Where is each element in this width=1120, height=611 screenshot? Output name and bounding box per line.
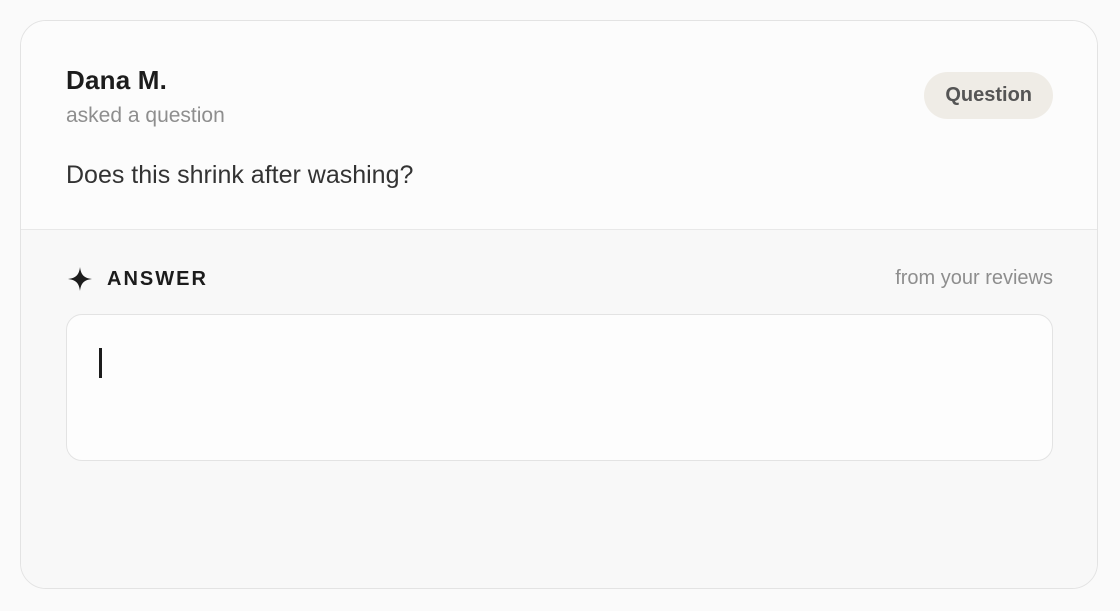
author-name: Dana M. <box>66 65 168 95</box>
sparkle-icon <box>67 266 93 292</box>
question-action: asked a question <box>66 104 225 127</box>
answer-source: from your reviews <box>895 267 1053 289</box>
answer-input[interactable] <box>95 345 1024 440</box>
question-card: Dana M. asked a question Question Does t… <box>20 20 1098 589</box>
question-badge: Question <box>924 72 1053 119</box>
answer-section: ANSWER from your reviews <box>21 230 1097 588</box>
answer-input-box[interactable] <box>66 314 1053 461</box>
question-text: Does this shrink after washing? <box>66 161 414 189</box>
answer-label: ANSWER <box>107 267 208 290</box>
text-caret <box>99 348 102 378</box>
question-section: Dana M. asked a question Question Does t… <box>21 21 1097 230</box>
answer-header: ANSWER <box>67 265 208 293</box>
